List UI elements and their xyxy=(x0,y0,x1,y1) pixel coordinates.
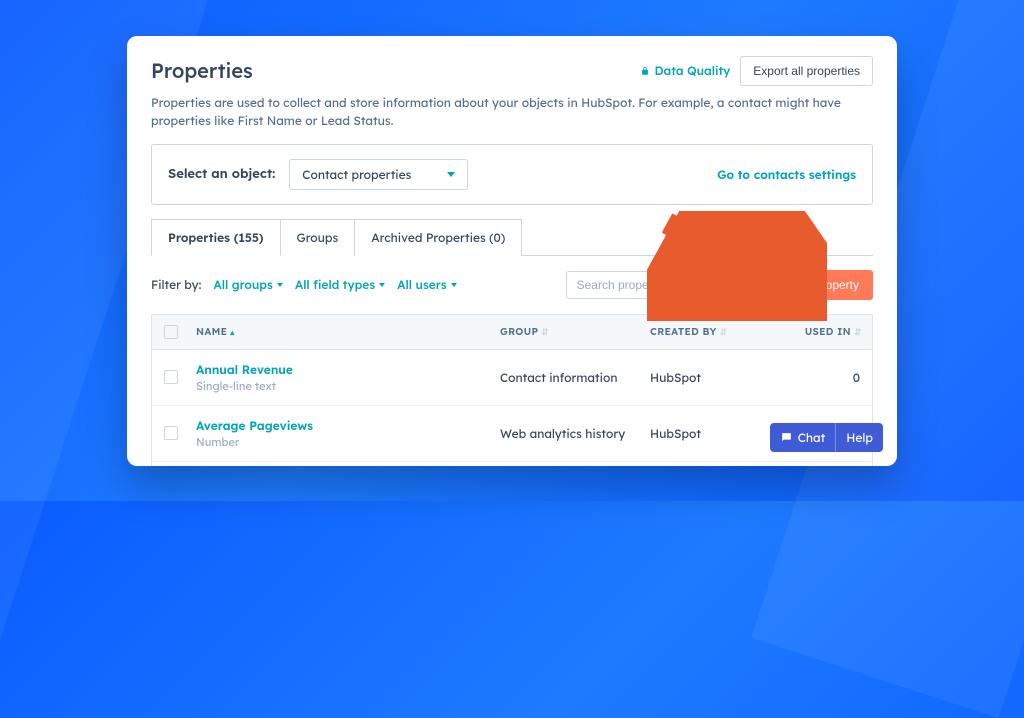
property-name-link[interactable]: Average Pageviews xyxy=(196,418,500,433)
filter-label: Filter by: xyxy=(151,277,201,292)
property-created-by: HubSpot xyxy=(650,370,780,385)
search-icon xyxy=(727,278,741,292)
row-checkbox[interactable] xyxy=(164,426,178,440)
chat-icon xyxy=(780,431,793,444)
property-created-by: HubSpot xyxy=(650,426,780,441)
select-all-checkbox[interactable] xyxy=(164,325,178,339)
property-type: Number xyxy=(196,435,500,449)
sort-icon xyxy=(541,325,547,331)
lock-icon xyxy=(640,66,650,76)
filter-groups-dropdown[interactable]: All groups xyxy=(213,277,282,292)
chevron-down-icon xyxy=(277,283,283,287)
create-property-button[interactable]: Create property xyxy=(762,270,873,300)
column-group[interactable]: GROUP xyxy=(500,325,650,339)
help-button[interactable]: Help xyxy=(836,423,883,452)
chevron-down-icon xyxy=(379,283,385,287)
object-select-dropdown[interactable]: Contact properties xyxy=(289,159,468,190)
chat-help-widget: Chat Help xyxy=(770,423,883,452)
search-input[interactable] xyxy=(577,278,687,292)
table-row[interactable]: Became a Customer Date xyxy=(152,462,872,466)
tab-groups[interactable]: Groups xyxy=(280,219,356,256)
property-type: Single-line text xyxy=(196,379,500,393)
sort-icon xyxy=(854,325,860,331)
properties-panel: Properties Data Quality Export all prope… xyxy=(127,36,897,466)
page-description: Properties are used to collect and store… xyxy=(151,94,873,130)
search-input-wrapper[interactable] xyxy=(566,271,752,299)
table-row[interactable]: Annual Revenue Single-line text Contact i… xyxy=(152,350,872,406)
property-group: Contact information xyxy=(500,370,650,385)
filter-users-dropdown[interactable]: All users xyxy=(397,277,457,292)
tab-properties[interactable]: Properties (155) xyxy=(151,219,281,256)
chevron-down-icon xyxy=(447,172,455,177)
export-all-button[interactable]: Export all properties xyxy=(740,56,873,86)
object-selection-bar: Select an object: Contact properties Go … xyxy=(151,144,873,205)
contacts-settings-link[interactable]: Go to contacts settings xyxy=(717,167,856,182)
row-checkbox[interactable] xyxy=(164,370,178,384)
chat-button[interactable]: Chat xyxy=(770,423,837,452)
object-select-label: Select an object: xyxy=(168,166,275,182)
sort-asc-icon xyxy=(230,325,236,331)
column-created-by[interactable]: CREATED BY xyxy=(650,325,780,339)
chevron-down-icon xyxy=(451,283,457,287)
data-quality-link[interactable]: Data Quality xyxy=(640,63,730,78)
filter-types-dropdown[interactable]: All field types xyxy=(295,277,385,292)
page-title: Properties xyxy=(151,58,253,83)
table-row[interactable]: Average Pageviews Number Web analytics hi… xyxy=(152,406,872,462)
column-name[interactable]: NAME xyxy=(196,325,500,339)
property-group: Web analytics history xyxy=(500,426,650,441)
property-used-in: 0 xyxy=(780,370,860,385)
column-used-in[interactable]: USED IN xyxy=(780,325,860,339)
tabs: Properties (155) Groups Archived Propert… xyxy=(151,219,873,256)
property-name-link[interactable]: Annual Revenue xyxy=(196,362,500,377)
sort-icon xyxy=(720,325,726,331)
tab-archived[interactable]: Archived Properties (0) xyxy=(354,219,522,256)
properties-table: NAME GROUP CREATED BY USED IN Annual Rev… xyxy=(151,314,873,466)
